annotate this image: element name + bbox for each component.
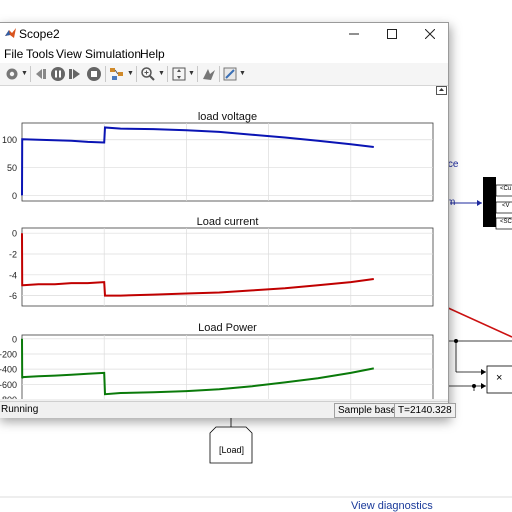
simulink-icon[interactable] [201,66,217,82]
y-tick-label: -200 [0,349,17,359]
chart-title-1: load voltage [198,111,257,123]
maximize-icon [387,29,397,39]
simulation-status: Running [1,404,39,415]
highlight-dropdown-icon[interactable]: ▼ [127,70,134,77]
y-tick-label: -4 [9,270,17,280]
plot-area: 0 50 100 load voltage 0 -2 -4 -6 Load current 0 -2… [0,86,448,399]
toolbar-separator [167,66,168,82]
menu-help[interactable]: Help [140,47,165,61]
minimize-icon [349,33,359,35]
maximize-button[interactable] [373,23,411,45]
y-tick-label: 0 [12,334,17,344]
y-tick-label: 0 [12,229,17,239]
y-tick-label: 50 [7,163,17,173]
undock-icon[interactable] [436,86,447,95]
menu-simulation[interactable]: Simulation [85,47,141,61]
y-tick-label: -800 [0,395,17,399]
menu-view[interactable]: View [56,47,82,61]
y-tick-label: -6 [9,291,17,301]
status-bar: Running Sample based T=2140.328 [0,401,456,418]
minimize-button[interactable] [335,23,373,45]
bus-label-voltage: <V [502,203,510,209]
chart-title-2: Load current [197,216,259,228]
simulation-time: T=2140.328 [394,403,456,418]
stop-icon[interactable] [86,66,102,82]
toolbar-separator [105,66,106,82]
bus-label-soc: <SC [500,219,512,225]
junction [454,339,458,343]
toolbar: ▼ ▼ ▼ ▼ ▼ [0,63,448,86]
settings-icon[interactable] [4,66,20,82]
toolbar-separator [30,66,31,82]
fit-dropdown-icon[interactable]: ▼ [188,70,195,77]
scope-window: Scope2 File Tools View Simulation Help ▼ [0,22,456,418]
y-tick-label: -600 [0,380,17,390]
y-tick-label: -2 [9,250,17,260]
menu-bar: File Tools View Simulation Help [0,45,448,63]
pause-icon[interactable] [50,66,66,82]
goto-load-label: [Load] [219,445,245,455]
axes-frame-2 [21,227,434,307]
settings-dropdown-icon[interactable]: ▼ [21,70,28,77]
toolbar-separator [219,66,220,82]
edit-icon[interactable] [222,66,238,82]
edit-dropdown-icon[interactable]: ▼ [239,70,246,77]
step-forward-icon[interactable] [67,66,83,82]
multiply-symbol: × [496,372,503,384]
axes-frame-1 [21,122,434,202]
y-tick-label: -400 [0,365,17,375]
window-title: Scope2 [19,27,60,41]
highlight-icon[interactable] [109,66,125,82]
matlab-icon [5,28,16,38]
wire-arrow [481,383,486,389]
title-bar[interactable]: Scope2 [0,23,448,45]
menu-file[interactable]: File [4,47,23,61]
y-tick-label: 0 [12,191,17,201]
menu-tools[interactable]: Tools [26,47,54,61]
step-back-icon[interactable] [33,66,49,82]
bus-label-current: <Cu [500,186,512,192]
signal-arrow [477,200,482,206]
y-tick-label: 100 [2,135,17,145]
zoom-dropdown-icon[interactable]: ▼ [158,70,165,77]
wire-arrow [481,369,486,375]
close-button[interactable] [411,23,449,45]
toolbar-separator [136,66,137,82]
close-icon [425,29,435,39]
zoom-in-icon[interactable] [140,66,156,82]
chart-title-3: Load Power [198,322,257,334]
toolbar-separator [197,66,198,82]
bus-selector-block[interactable] [483,177,496,227]
fit-axes-icon[interactable] [171,66,187,82]
view-diagnostics-link[interactable]: View diagnostics [351,500,433,512]
